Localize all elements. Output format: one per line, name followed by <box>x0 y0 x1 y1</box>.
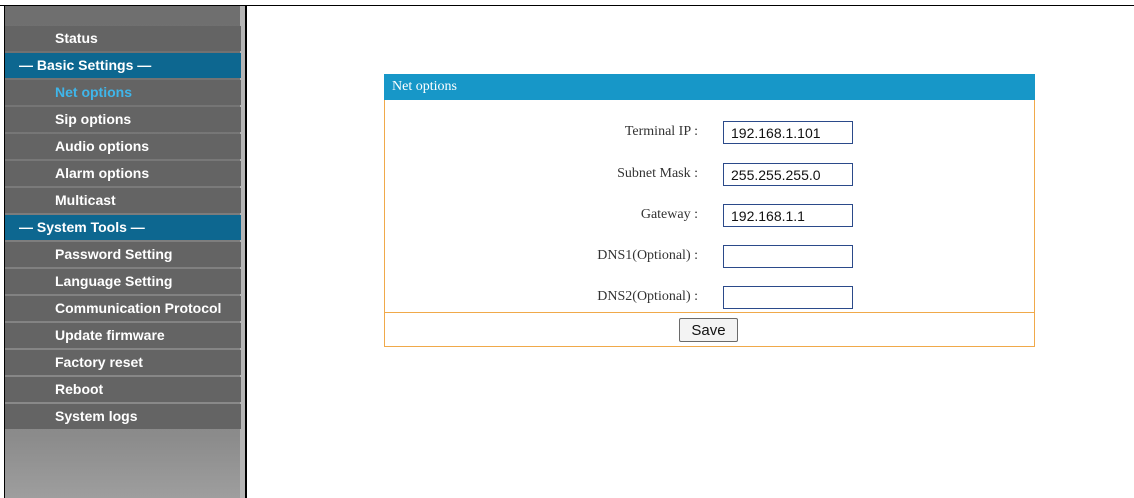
sidebar-item-factory-reset[interactable]: Factory reset <box>5 350 241 375</box>
panel-title: Net options <box>384 74 1035 100</box>
dns2-optional-row: DNS2(Optional) : <box>385 285 1034 309</box>
net-options-form: Terminal IP : Subnet Mask : Gateway : DNS1(… <box>385 100 1034 313</box>
gateway-row: Gateway : <box>385 203 1034 227</box>
sidebar-menu: Status — Basic Settings — Net options Sip o… <box>5 26 241 431</box>
sidebar-item-reboot[interactable]: Reboot <box>5 377 241 402</box>
terminal-ip-row: Terminal IP : <box>385 120 1034 144</box>
dns1-optional-row: DNS1(Optional) : <box>385 244 1034 268</box>
dns1-optional-label: DNS1(Optional) : <box>597 248 698 263</box>
terminal-ip-input[interactable] <box>723 121 853 144</box>
sidebar-section-system-tools: — System Tools — <box>5 215 241 240</box>
dns2-optional-input[interactable] <box>723 286 853 309</box>
sidebar-item-language-setting[interactable]: Language Setting <box>5 269 241 294</box>
panel-footer: Save <box>385 312 1034 346</box>
sidebar-item-system-logs[interactable]: System logs <box>5 404 241 429</box>
subnet-mask-row: Subnet Mask : <box>385 162 1034 186</box>
sidebar-item-status[interactable]: Status <box>5 26 241 51</box>
sidebar-item-multicast[interactable]: Multicast <box>5 188 241 213</box>
sidebar-item-communication-protocol[interactable]: Communication Protocol <box>5 296 241 321</box>
sidebar-item-audio-options[interactable]: Audio options <box>5 134 241 159</box>
sidebar-divider <box>245 5 247 498</box>
sidebar-item-alarm-options[interactable]: Alarm options <box>5 161 241 186</box>
dns2-optional-label: DNS2(Optional) : <box>597 289 698 304</box>
subnet-mask-input[interactable] <box>723 163 853 186</box>
sidebar-item-sip-options[interactable]: Sip options <box>5 107 241 132</box>
terminal-ip-label: Terminal IP : <box>624 124 698 139</box>
sidebar-item-update-firmware[interactable]: Update firmware <box>5 323 241 348</box>
net-options-panel: Net options Terminal IP : Subnet Mask : Ga… <box>384 74 1035 347</box>
gateway-input[interactable] <box>723 204 853 227</box>
subnet-mask-label: Subnet Mask : <box>617 166 698 181</box>
sidebar-item-password-setting[interactable]: Password Setting <box>5 242 241 267</box>
dns1-optional-input[interactable] <box>723 245 853 268</box>
save-button[interactable]: Save <box>679 318 738 342</box>
sidebar-section-basic-settings: — Basic Settings — <box>5 53 241 78</box>
gateway-label: Gateway : <box>640 207 698 222</box>
sidebar-item-net-options[interactable]: Net options <box>5 80 241 105</box>
